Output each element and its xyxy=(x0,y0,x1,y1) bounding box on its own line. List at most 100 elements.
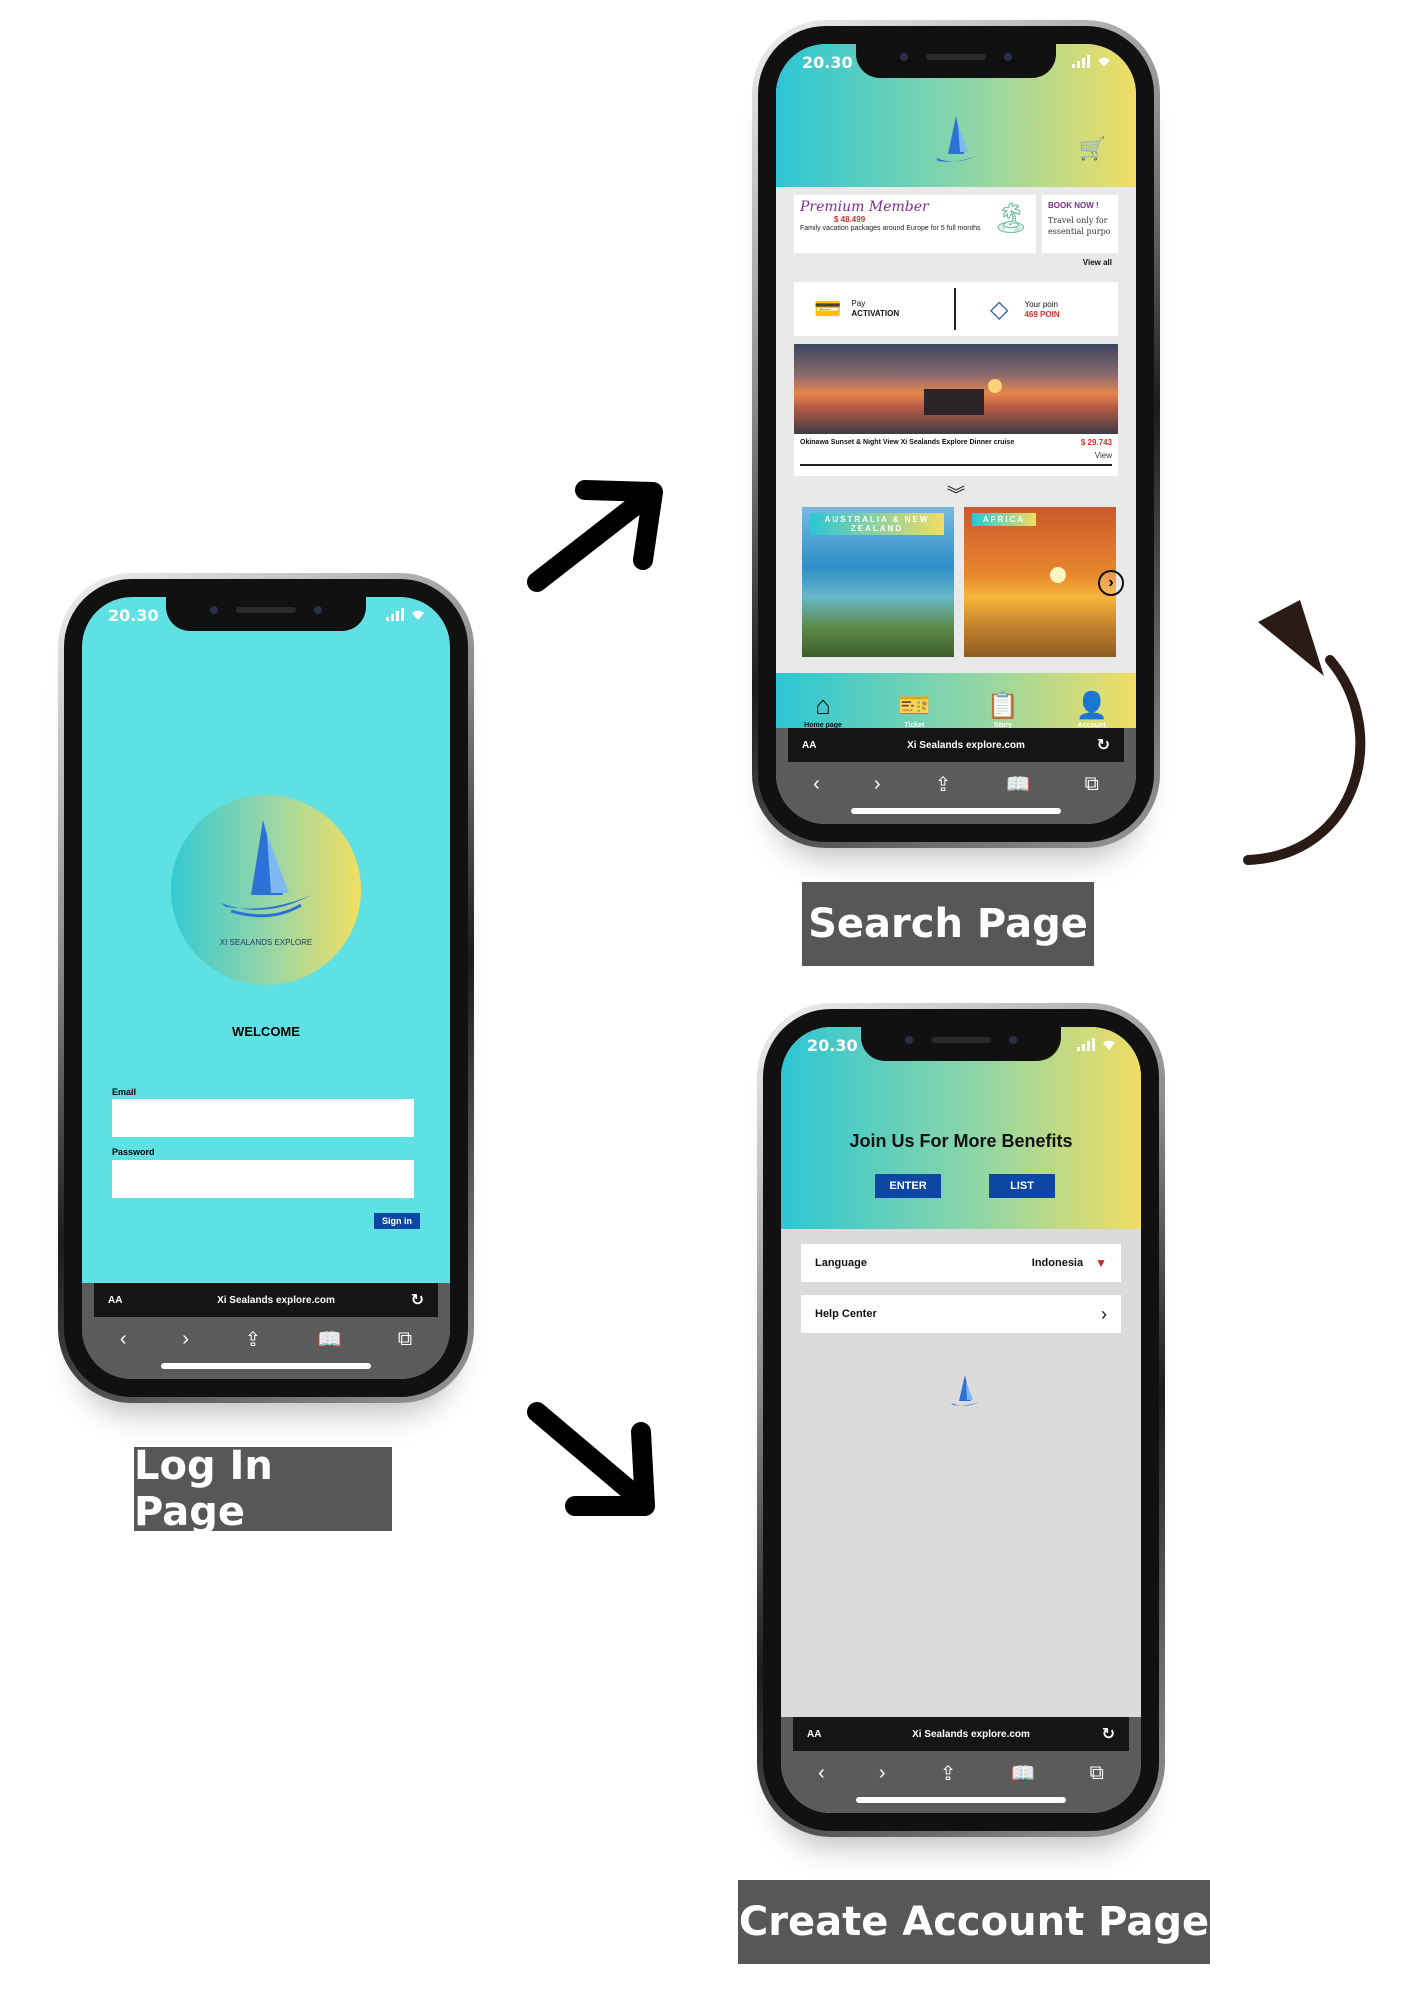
book-now-desc: Travel only for essential purpo xyxy=(1048,216,1111,236)
account-screen: Join Us For More Benefits ENTER LIST 20.… xyxy=(781,1027,1141,1813)
pay-activation[interactable]: 💳 Pay ACTIVATION xyxy=(794,296,954,322)
destination-card[interactable]: AFRICA xyxy=(964,507,1116,657)
sign-in-button[interactable]: Sign in xyxy=(374,1213,420,1229)
speaker xyxy=(926,54,986,60)
points-box[interactable]: ◇ Your poin 469 POIN xyxy=(956,295,1060,324)
pay-points-row: 💳 Pay ACTIVATION ◇ Your poin 469 POIN xyxy=(794,282,1118,336)
login-caption: Log In Page xyxy=(134,1443,392,1535)
password-field[interactable] xyxy=(112,1160,414,1198)
okinawa-card[interactable]: Okinawa Sunset & Night View Xi Sealands … xyxy=(794,344,1118,476)
brand-name: XI SEALANDS EXPLORE xyxy=(219,938,313,947)
app-logo: XI SEALANDS EXPLORE xyxy=(171,795,361,985)
account-icon: 👤 xyxy=(1075,689,1108,720)
phone-bezel: 🛒 20.30 Premium Member $ 48.499 Family v… xyxy=(758,26,1154,842)
carousel-next-icon[interactable]: › xyxy=(1098,570,1124,596)
notch xyxy=(166,597,366,631)
signal-icon xyxy=(1072,55,1090,68)
back-icon[interactable]: ‹ xyxy=(813,773,820,796)
home-indicator xyxy=(851,808,1061,814)
url-bar[interactable]: AA Xi Sealands explore.com ↻ xyxy=(793,1717,1129,1751)
share-icon[interactable]: ⇪ xyxy=(935,772,952,797)
tab-home[interactable]: ⌂ Home page xyxy=(804,692,842,729)
signal-icon xyxy=(1077,1038,1095,1051)
sun-graphic xyxy=(1050,567,1066,583)
search-screen: 🛒 20.30 Premium Member $ 48.499 Family v… xyxy=(776,44,1136,824)
share-icon[interactable]: ⇪ xyxy=(940,1761,957,1786)
okinawa-photo xyxy=(794,344,1118,434)
sensor-icon xyxy=(1004,53,1012,61)
help-center-row[interactable]: Help Center › xyxy=(801,1295,1121,1333)
wifi-icon xyxy=(410,609,426,621)
enter-button[interactable]: ENTER xyxy=(875,1174,941,1198)
premium-member-card[interactable]: Premium Member $ 48.499 Family vacation … xyxy=(794,195,1036,253)
okinawa-view-link[interactable]: View xyxy=(1095,451,1112,460)
account-phone: Join Us For More Benefits ENTER LIST 20.… xyxy=(757,1003,1165,1837)
help-center-label: Help Center xyxy=(815,1308,877,1320)
url-bar[interactable]: AA Xi Sealands explore.com ↻ xyxy=(94,1283,438,1317)
browser-nav: ‹ › ⇪ 📖 ⧉ xyxy=(776,762,1136,806)
status-icons xyxy=(1077,1038,1117,1051)
sailboat-icon xyxy=(951,1375,979,1406)
language-row[interactable]: Language Indonesia ▼ xyxy=(801,1244,1121,1282)
arrow-up-right-icon xyxy=(527,480,663,592)
browser-bar: AA Xi Sealands explore.com ↻ ‹ › ⇪ 📖 ⧉ xyxy=(781,1717,1141,1813)
promo-desc: Family vacation packages around Europe f… xyxy=(800,225,981,232)
pay-value: ACTIVATION xyxy=(851,309,900,318)
book-now-card[interactable]: BOOK NOW ! Travel only for essential pur… xyxy=(1042,195,1118,253)
tab-ticket[interactable]: 🎫 Ticket xyxy=(898,692,930,729)
status-icons xyxy=(386,608,426,621)
tabs-icon[interactable]: ⧉ xyxy=(1090,1762,1104,1785)
text-size-button[interactable]: AA xyxy=(802,740,842,751)
join-heading: Join Us For More Benefits xyxy=(849,1131,1073,1151)
back-icon[interactable]: ‹ xyxy=(120,1328,127,1351)
camera-icon xyxy=(905,1036,913,1044)
language-value: Indonesia xyxy=(1031,1257,1084,1269)
forward-icon[interactable]: › xyxy=(879,1762,886,1785)
reload-icon[interactable]: ↻ xyxy=(1095,1724,1115,1744)
list-button[interactable]: LIST xyxy=(989,1174,1055,1198)
reload-icon[interactable]: ↻ xyxy=(1090,735,1110,755)
tab-story[interactable]: 📋 Story xyxy=(987,692,1019,729)
account-caption: Create Account Page xyxy=(738,1880,1210,1964)
ticket-icon: 🎫 xyxy=(898,689,931,720)
forward-icon[interactable]: › xyxy=(182,1328,189,1351)
tab-account[interactable]: 👤 Account xyxy=(1075,692,1107,729)
tabs-icon[interactable]: ⧉ xyxy=(1085,773,1099,796)
sensor-icon xyxy=(1009,1036,1017,1044)
home-indicator xyxy=(856,1797,1066,1803)
text-size-button[interactable]: AA xyxy=(108,1295,148,1306)
camera-icon xyxy=(900,53,908,61)
story-icon: 📋 xyxy=(986,689,1020,720)
share-icon[interactable]: ⇪ xyxy=(245,1327,262,1352)
text-size-button[interactable]: AA xyxy=(807,1729,847,1740)
bookmarks-icon[interactable]: 📖 xyxy=(1011,1761,1036,1786)
url-text: Xi Sealands explore.com xyxy=(912,1728,1030,1740)
cart-icon[interactable]: 🛒 xyxy=(1079,136,1106,162)
dropdown-icon[interactable]: ▼ xyxy=(1095,1256,1107,1270)
home-indicator xyxy=(161,1363,371,1369)
reload-icon[interactable]: ↻ xyxy=(404,1290,424,1310)
speaker xyxy=(236,607,296,613)
back-icon[interactable]: ‹ xyxy=(818,1762,825,1785)
email-label: Email xyxy=(112,1087,137,1097)
url-bar[interactable]: AA Xi Sealands explore.com ↻ xyxy=(788,728,1124,762)
browser-nav: ‹ › ⇪ 📖 ⧉ xyxy=(781,1751,1141,1795)
wifi-icon xyxy=(1096,56,1112,68)
speaker xyxy=(931,1037,991,1043)
bookmarks-icon[interactable]: 📖 xyxy=(317,1327,342,1352)
tabs-icon[interactable]: ⧉ xyxy=(398,1328,412,1351)
pay-label: Pay xyxy=(851,299,866,308)
search-phone: 🛒 20.30 Premium Member $ 48.499 Family v… xyxy=(752,20,1160,848)
forward-icon[interactable]: › xyxy=(874,773,881,796)
url-text: Xi Sealands explore.com xyxy=(907,739,1025,751)
wifi-icon xyxy=(1101,1039,1117,1051)
password-label: Password xyxy=(112,1147,155,1157)
sailboat-icon xyxy=(936,116,976,162)
email-field[interactable] xyxy=(112,1099,414,1137)
signal-icon xyxy=(386,608,404,621)
bookmarks-icon[interactable]: 📖 xyxy=(1006,772,1031,797)
chevron-down-icon[interactable]: ︾ xyxy=(776,481,1136,507)
login-phone: 20.30 XI SEALANDS EXPLORE WELCOME Email … xyxy=(58,573,474,1403)
view-all-link[interactable]: View all xyxy=(1083,258,1112,267)
destination-card[interactable]: AUSTRALIA & NEW ZEALAND xyxy=(802,507,954,657)
